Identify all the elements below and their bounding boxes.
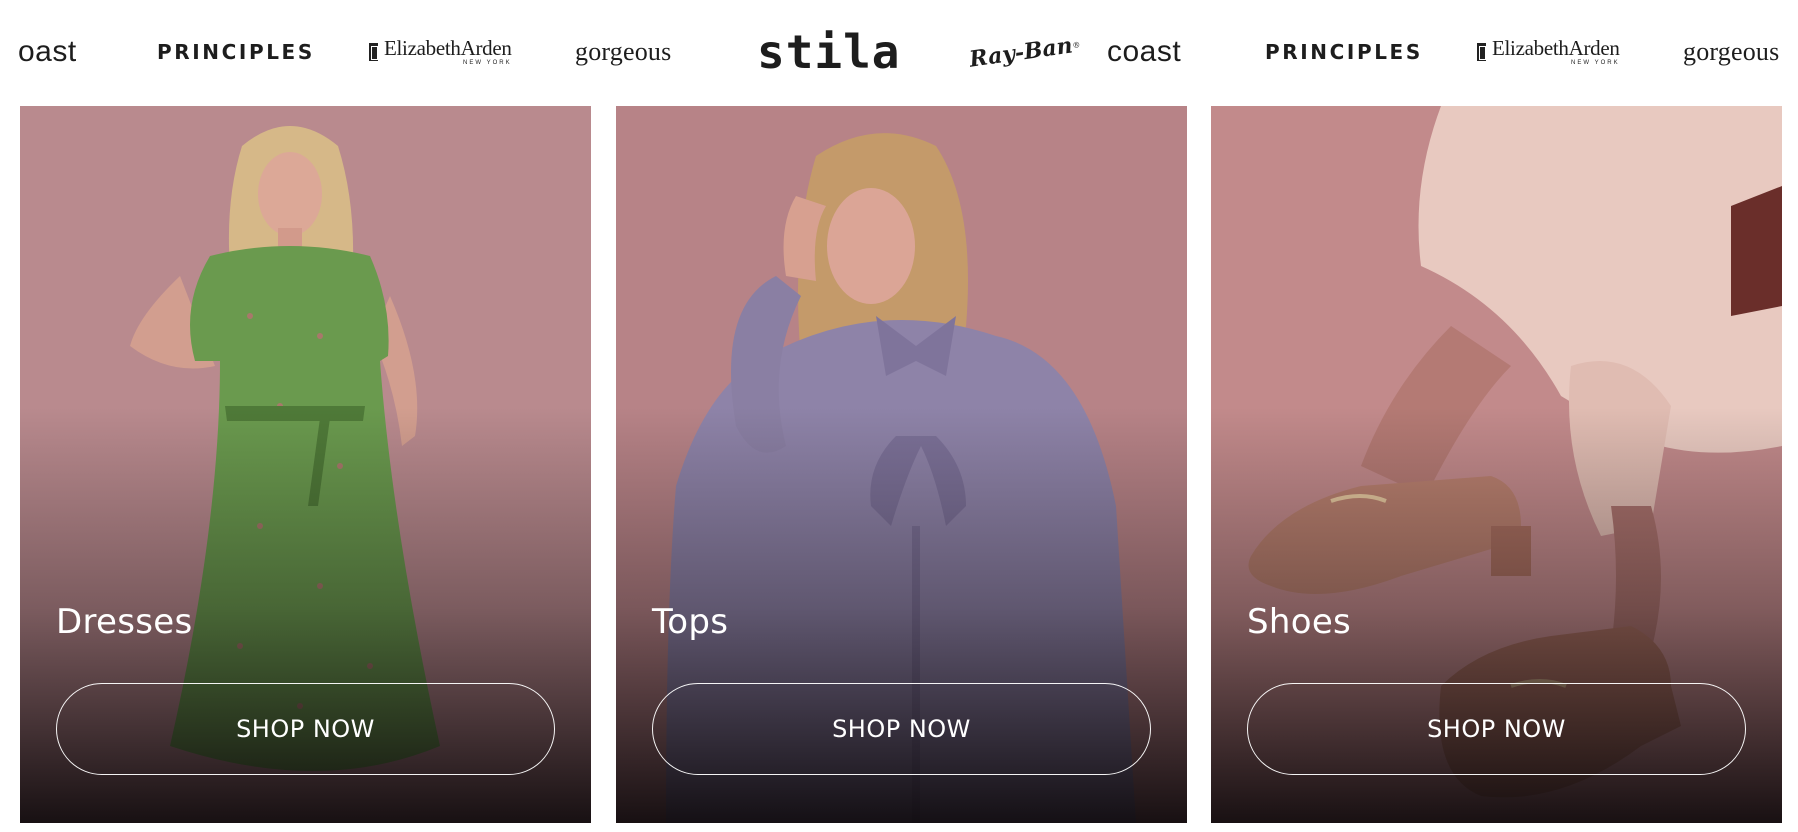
category-title[interactable]: Shoes: [1247, 602, 1351, 642]
brand-logo-subtext: NEW YORK: [463, 60, 512, 66]
category-card-tops[interactable]: Tops SHOP NOW: [616, 106, 1187, 823]
category-title[interactable]: Dresses: [56, 602, 193, 642]
brand-logo-ray-ban[interactable]: Ray-Ban ®: [962, 0, 1087, 104]
brand-logo-strip: oast PRINCIPLES ElizabethArden NEW YORK …: [0, 0, 1798, 104]
arden-mark-icon: [369, 43, 378, 61]
brand-logo-text-group: ElizabethArden NEW YORK: [1492, 36, 1620, 67]
brand-logo-subtext: NEW YORK: [1571, 60, 1620, 66]
brand-logo-coast[interactable]: coast: [1107, 0, 1181, 104]
brand-logo-text: PRINCIPLES: [1265, 40, 1423, 64]
registered-mark: ®: [1071, 39, 1081, 50]
category-card-dresses[interactable]: Dresses SHOP NOW: [20, 106, 591, 823]
brand-logo-text: ElizabethArden: [1492, 36, 1620, 60]
brand-logo-text: PRINCIPLES: [157, 40, 315, 64]
brand-logo-text: Ray-Ban: [967, 32, 1075, 73]
brand-logo-stila[interactable]: stila: [757, 0, 900, 104]
brand-logo-elizabeth-arden[interactable]: ElizabethArden NEW YORK: [1477, 0, 1620, 104]
shop-now-button[interactable]: SHOP NOW: [652, 683, 1151, 775]
brand-logo-text: gorgeous: [575, 37, 672, 66]
brand-logo-principles[interactable]: PRINCIPLES: [157, 0, 315, 104]
brand-logo-gorgeous[interactable]: gorgeous: [1683, 0, 1779, 104]
brand-logo-text: oast: [18, 35, 77, 68]
brand-logo-principles[interactable]: PRINCIPLES: [1265, 0, 1423, 104]
brand-logo-text: ElizabethArden: [384, 36, 512, 60]
brand-logo-text-group: ElizabethArden NEW YORK: [384, 36, 512, 67]
brand-logo-text: stila: [757, 25, 901, 79]
category-card-shoes[interactable]: Shoes SHOP NOW: [1211, 106, 1782, 823]
brand-logo-elizabeth-arden[interactable]: ElizabethArden NEW YORK: [369, 0, 512, 104]
brand-logo-text: gorgeous: [1683, 37, 1780, 66]
shop-now-button[interactable]: SHOP NOW: [1247, 683, 1746, 775]
category-title[interactable]: Tops: [652, 602, 728, 642]
brand-logo-gorgeous[interactable]: gorgeous: [575, 0, 671, 104]
shop-now-button[interactable]: SHOP NOW: [56, 683, 555, 775]
brand-logo-text: coast: [1107, 35, 1182, 68]
brand-logo-coast[interactable]: oast: [18, 0, 77, 104]
arden-mark-icon: [1477, 43, 1486, 61]
